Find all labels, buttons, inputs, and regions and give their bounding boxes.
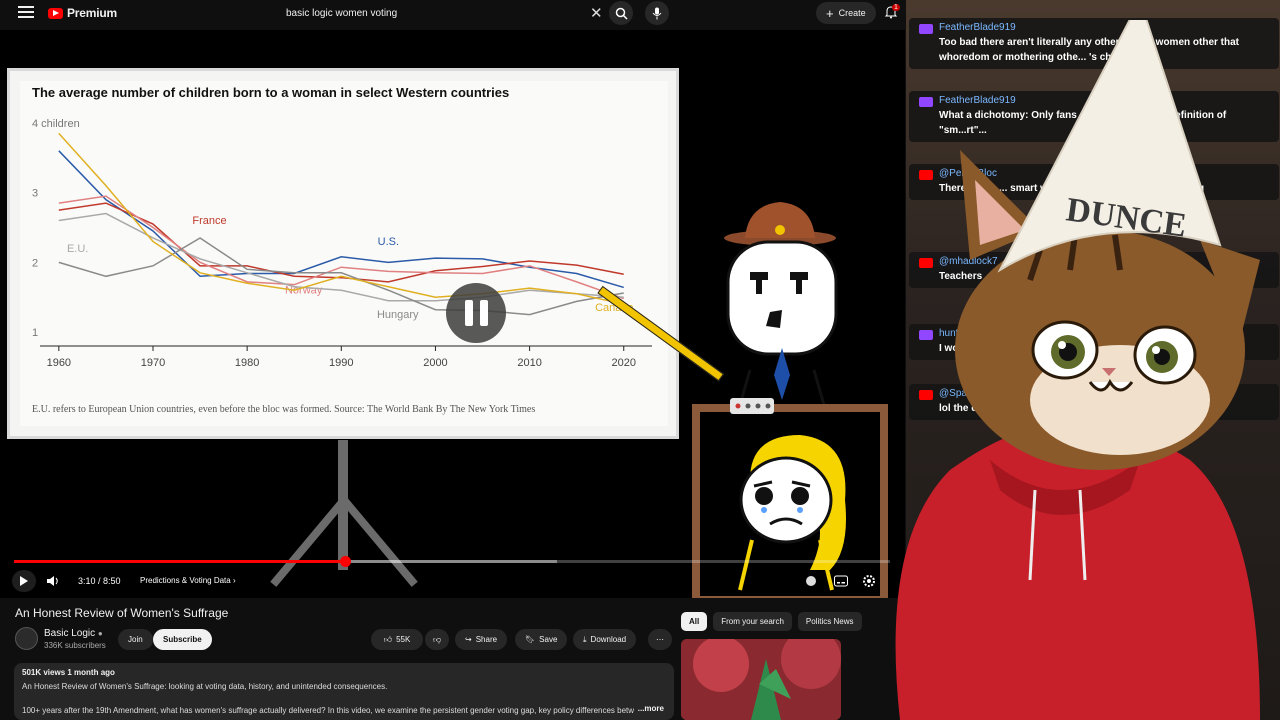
like-count: 55K	[396, 635, 411, 644]
series-label: U.S.	[378, 236, 399, 248]
share-button[interactable]: ↪ Share	[455, 629, 508, 650]
player-controls: 3:10 / 8:50 Predictions & Voting Data ›	[0, 570, 905, 592]
save-label: Save	[539, 635, 558, 644]
x-tick-label: 2000	[423, 357, 447, 369]
download-button[interactable]: ⤓ Download	[573, 629, 637, 650]
progress-fill	[14, 560, 346, 563]
channel-name-text: Basic Logic	[44, 628, 96, 639]
more-dots-icon: ⋯	[656, 635, 664, 644]
voice-search-button[interactable]	[645, 1, 669, 25]
line-chart: 1 2 3 4 children 1960 1970 1980 1990 2000 2010 202…	[32, 118, 652, 369]
search-query-text[interactable]: basic logic women voting	[278, 8, 608, 19]
play-button[interactable]	[12, 570, 36, 592]
y-tick-label: 1	[32, 327, 38, 339]
hamburger-menu-icon[interactable]	[18, 6, 34, 20]
y-tick-label: 2	[32, 257, 38, 269]
red-hoodie	[895, 428, 1260, 720]
x-tick-label: 1980	[235, 357, 259, 369]
download-icon: ⤓	[583, 634, 587, 644]
search-icon	[615, 7, 628, 20]
top-bar: Premium basic logic women voting ✕ + Cre…	[0, 0, 905, 26]
logo-text: Premium	[67, 6, 117, 20]
more-actions-button[interactable]: ⋯	[648, 629, 672, 650]
chapter-title[interactable]: Predictions & Voting Data ›	[140, 576, 236, 585]
channel-row: Basic Logic ● 336K subscribers Join Subs…	[15, 627, 675, 653]
create-label: Create	[838, 8, 866, 18]
volume-icon	[47, 576, 58, 586]
video-title: An Honest Review of Women's Suffrage	[15, 606, 229, 620]
scrubber-handle[interactable]	[340, 556, 352, 567]
volume-button[interactable]	[44, 573, 62, 589]
related-video-thumbnail[interactable]	[681, 639, 841, 720]
share-arrow-icon: ↪	[465, 635, 472, 644]
clear-search-icon[interactable]: ✕	[590, 4, 603, 22]
page: Premium basic logic women voting ✕ + Cre…	[0, 0, 1280, 720]
chip-all[interactable]: All	[681, 612, 708, 631]
time-display: 3:10 / 8:50	[78, 576, 121, 586]
series-label: E.U.	[67, 243, 88, 255]
chart-panel: The average number of children born to a…	[20, 81, 668, 426]
play-icon	[20, 576, 28, 586]
youtube-logo-icon	[48, 7, 63, 19]
join-button[interactable]: Join	[118, 629, 153, 650]
series-line-france	[58, 202, 624, 283]
chip-from-your-search[interactable]: From your search	[713, 612, 792, 631]
presenter-head	[726, 240, 838, 356]
search-input[interactable]: basic logic women voting ✕	[278, 2, 608, 24]
x-tick-label: 1970	[141, 357, 165, 369]
series-line-canada	[58, 132, 624, 305]
share-label: Share	[475, 635, 498, 644]
y-tick-label: 3	[32, 188, 38, 200]
x-tick-label: 2010	[517, 357, 541, 369]
search-button[interactable]	[609, 1, 633, 25]
download-label: Download	[590, 635, 627, 644]
chapter-label: Predictions & Voting Data	[140, 576, 231, 585]
woman-face	[739, 456, 833, 544]
series-label: Norway	[285, 285, 323, 297]
chevron-right-icon: ›	[232, 576, 236, 585]
related-filter-chips: All From your search Politics News	[681, 612, 862, 631]
description-box[interactable]: 501K views 1 month ago An Honest Review …	[14, 663, 674, 720]
presenter-tie	[774, 348, 790, 400]
subscriber-count: 336K subscribers	[44, 641, 106, 650]
dislike-button[interactable]: 👎︎	[425, 629, 449, 650]
channel-avatar[interactable]	[15, 627, 38, 650]
like-button[interactable]: 👍︎ 55K	[371, 629, 423, 650]
description-line: An Honest Review of Women's Suffrage: lo…	[22, 682, 388, 691]
series-label: Hungary	[377, 309, 419, 321]
description-line: 100+ years after the 19th Amendment, wha…	[22, 706, 639, 715]
views-meta: 501K views 1 month ago	[22, 668, 115, 677]
youtube-premium-logo[interactable]: Premium	[48, 6, 117, 20]
microphone-icon	[652, 7, 662, 19]
cat-vtuber-avatar: DUNCE	[895, 20, 1260, 720]
series-label: France	[192, 215, 226, 227]
series-line-norway	[58, 195, 625, 300]
plus-icon: +	[826, 5, 834, 21]
channel-name[interactable]: Basic Logic ●	[44, 628, 103, 639]
show-more-link[interactable]: ...more	[633, 704, 664, 713]
x-tick-label: 1990	[329, 357, 353, 369]
video-player[interactable]: The average number of children born to a…	[0, 30, 905, 598]
whiteboard: The average number of children born to a…	[7, 68, 679, 439]
notification-count-badge: 1	[892, 4, 900, 11]
subscribe-button[interactable]: Subscribe	[153, 629, 212, 650]
y-tick-label: 4 children	[32, 118, 80, 130]
x-tick-label: 2020	[612, 357, 636, 369]
progress-bar[interactable]	[14, 556, 890, 567]
chart-source-note: E.U. refers to European Union countries,…	[32, 404, 536, 415]
x-tick-label: 1960	[47, 357, 71, 369]
save-button[interactable]: 🔖︎ Save	[515, 629, 568, 650]
pause-overlay-icon[interactable]	[446, 283, 506, 343]
verified-check-icon: ●	[97, 629, 103, 638]
autoplay-toggle-icon[interactable]	[803, 573, 819, 589]
thumbs-down-icon: 👎︎	[432, 634, 442, 644]
thumbnail-image	[681, 639, 841, 720]
hat-badge	[775, 225, 785, 235]
thumbs-up-icon: 👍︎	[383, 634, 393, 644]
bookmark-icon: 🔖︎	[525, 635, 536, 644]
